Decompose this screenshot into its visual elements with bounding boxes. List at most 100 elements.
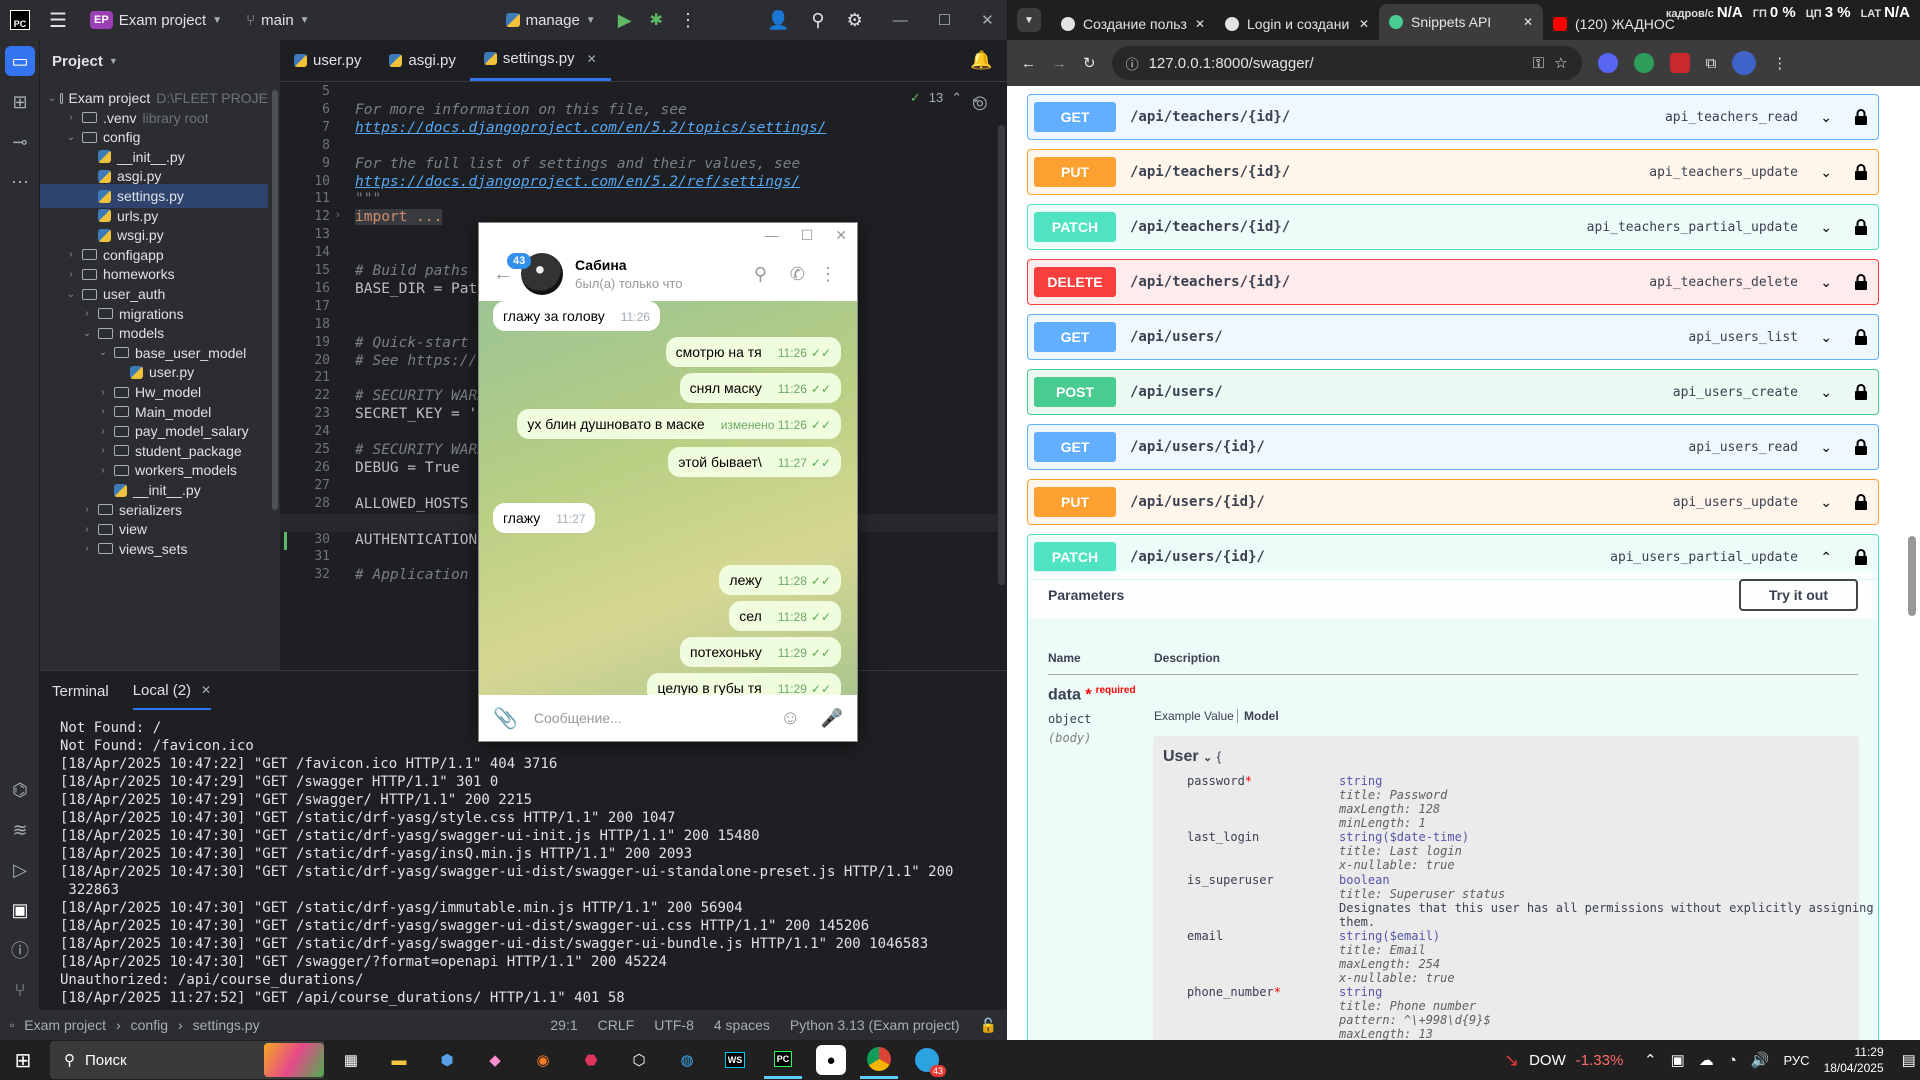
layers-icon[interactable]: ≋ — [0, 810, 40, 850]
terminal-icon[interactable]: ▣ — [0, 890, 40, 930]
structure-icon[interactable]: ⊞ — [0, 82, 40, 122]
editor-tab[interactable]: user.py — [280, 39, 375, 81]
operation-get[interactable]: GET/api/users/api_users_list ⌄ — [1027, 314, 1879, 360]
cursor-position[interactable]: 29:1 — [550, 1017, 577, 1033]
operation-get[interactable]: GET/api/users/{id}/ api_users_read ⌄ — [1027, 424, 1879, 470]
tab-search-icon[interactable]: ▼ — [1017, 8, 1041, 32]
password-key-icon[interactable]: ⚿ — [1533, 55, 1544, 72]
monitor-app-icon[interactable]: ◍ — [668, 1041, 706, 1079]
terminal-local-tab[interactable]: Local (2) ✕ — [132, 673, 212, 710]
file-explorer-icon[interactable]: ▬ — [380, 1041, 418, 1079]
operation-patch[interactable]: PATCH/api/teachers/{id}/ api_teachers_par… — [1027, 204, 1879, 250]
unity-icon[interactable]: ⬡ — [620, 1041, 658, 1079]
model-toggle[interactable]: User ⌄ { — [1163, 748, 1221, 766]
notification-center-icon[interactable]: ▤ — [1902, 1051, 1916, 1069]
main-menu-icon[interactable]: ☰ — [44, 8, 72, 33]
lock-icon[interactable] — [1854, 109, 1868, 125]
message-bubble[interactable]: лежу 11:28 ✓✓ — [719, 565, 841, 595]
add-user-icon[interactable]: 👤 — [767, 10, 789, 31]
operation-post[interactable]: POST/api/users/api_users_create ⌄ — [1027, 369, 1879, 415]
pycharm-taskbar-icon[interactable]: PC — [764, 1041, 802, 1079]
message-bubble[interactable]: потехоньку 11:29 ✓✓ — [680, 637, 841, 667]
browser-tab[interactable]: Создание польз ✕ — [1051, 8, 1215, 40]
task-view-icon[interactable]: ▦ — [332, 1041, 370, 1079]
line-ending[interactable]: CRLF — [598, 1017, 635, 1033]
maximize-icon[interactable]: ☐ — [938, 11, 951, 29]
chevron-down-icon[interactable]: ⌄ — [1820, 274, 1832, 291]
message-bubble[interactable]: глажу за голову 11:26 — [493, 301, 660, 331]
settings-icon[interactable]: ⚙ — [847, 10, 863, 31]
project-tool-icon[interactable]: ▭ — [5, 46, 35, 76]
search-icon[interactable]: ⚲ — [811, 10, 824, 31]
tree-scrollbar[interactable] — [272, 90, 278, 510]
encoding[interactable]: UTF-8 — [654, 1017, 694, 1033]
minimize-icon[interactable]: — — [893, 12, 908, 29]
contact-name[interactable]: Сабина — [575, 257, 682, 273]
lock-icon[interactable] — [1854, 494, 1868, 510]
maximize-icon[interactable]: ☐ — [801, 227, 814, 244]
chevron-down-icon[interactable]: ⌄ — [1820, 109, 1832, 126]
onedrive-icon[interactable]: ☁ — [1699, 1051, 1714, 1069]
site-info-icon[interactable]: ⓘ — [1126, 54, 1139, 73]
run-icon[interactable]: ▶ — [618, 10, 632, 31]
message-list[interactable]: глажу за голову 11:26 смотрю на тя 11:26 ✓✓ с… — [479, 301, 857, 697]
call-icon[interactable]: ✆ — [790, 264, 805, 285]
wifi-icon[interactable]: ◔ — [1728, 1052, 1737, 1069]
more-tools-icon[interactable]: ⋯ — [0, 162, 40, 202]
close-icon[interactable]: ✕ — [835, 227, 847, 244]
reload-icon[interactable]: ↻ — [1083, 54, 1096, 72]
more-icon[interactable]: ⋮ — [679, 10, 697, 31]
operation-put[interactable]: PUT/api/users/{id}/ api_users_update ⌄ — [1027, 479, 1879, 525]
lock-icon[interactable] — [1854, 549, 1868, 565]
stock-widget[interactable]: ↘ DOW -1.33% — [1504, 1040, 1623, 1080]
chevron-down-icon[interactable]: ⌄ — [1820, 329, 1832, 346]
browser-tab[interactable]: Snippets API ✕ — [1379, 4, 1543, 40]
attach-icon[interactable]: 📎 — [493, 706, 518, 731]
profile-avatar[interactable] — [1732, 51, 1757, 75]
windows-start-icon[interactable]: ⊞ — [4, 1041, 42, 1079]
extension-red-icon[interactable] — [1669, 53, 1690, 73]
lock-icon[interactable]: 🔓 — [980, 1017, 997, 1034]
chevron-down-icon[interactable]: ⌄ — [1820, 439, 1832, 456]
language-indicator[interactable]: РУС — [1784, 1053, 1810, 1068]
chevron-down-icon[interactable]: ⌄ — [1820, 219, 1832, 236]
github-desktop-icon[interactable]: ● — [816, 1045, 846, 1075]
browser-tab[interactable]: Login и создани ✕ — [1215, 8, 1379, 40]
git-icon[interactable]: ⑂ — [0, 970, 40, 1010]
breadcrumb[interactable]: Exam project › config › settings.py — [24, 1017, 259, 1033]
chevron-up-icon[interactable]: ⌃ — [1820, 549, 1832, 566]
run-config-selector[interactable]: manage ▼ — [505, 12, 596, 29]
lock-icon[interactable] — [1854, 274, 1868, 290]
vpn-app-icon[interactable]: ⬢ — [428, 1041, 466, 1079]
webstorm-icon[interactable]: WS — [716, 1041, 754, 1079]
message-bubble[interactable]: этой бывает\ 11:27 ✓✓ — [668, 447, 841, 477]
message-input[interactable]: Сообщение... — [534, 710, 780, 726]
close-icon[interactable]: ✕ — [587, 52, 597, 66]
breadcrumb-file[interactable]: settings.py — [193, 1017, 260, 1033]
message-bubble[interactable]: смотрю на тя 11:26 ✓✓ — [665, 337, 841, 367]
lock-icon[interactable] — [1854, 439, 1868, 455]
close-icon[interactable]: ✕ — [981, 11, 994, 29]
project-panel-header[interactable]: Project ▼ — [40, 40, 280, 82]
branch-switcher[interactable]: ⑂ main ▼ — [246, 12, 309, 29]
message-bubble[interactable]: сел 11:28 ✓✓ — [729, 601, 841, 631]
operation-delete[interactable]: DELETE/api/teachers/{id}/ api_teachers_de… — [1027, 259, 1879, 305]
tree-item[interactable]: › views_sets — [40, 537, 268, 561]
chrome-icon[interactable] — [860, 1041, 898, 1079]
message-bubble[interactable]: целую в губы тя 11:29 ✓✓ — [647, 673, 841, 697]
lock-icon[interactable] — [1854, 329, 1868, 345]
close-icon[interactable]: ✕ — [1195, 17, 1205, 31]
services-icon[interactable]: ▷ — [0, 850, 40, 890]
message-bubble[interactable]: ух блин душновато в маске изменено 11:26 ✓… — [517, 409, 841, 439]
message-bubble[interactable]: снял маску 11:26 ✓✓ — [679, 373, 841, 403]
editor-tab[interactable]: settings.py ✕ — [469, 39, 611, 81]
chevron-down-icon[interactable]: ⌄ — [1820, 494, 1832, 511]
chevron-down-icon[interactable]: ⌄ — [1820, 164, 1832, 181]
volume-icon[interactable]: 🔊 — [1751, 1051, 1770, 1069]
fold-marker[interactable]: › — [336, 209, 340, 221]
terminal-output[interactable]: Not Found: / Not Found: /favicon.ico [18/A… — [60, 719, 953, 1007]
bookmark-star-icon[interactable]: ☆ — [1554, 54, 1567, 72]
debug-icon[interactable]: ✱ — [650, 10, 663, 30]
telegram-taskbar-icon[interactable]: 43 — [908, 1041, 946, 1079]
red-app-icon[interactable]: ⬣ — [572, 1041, 610, 1079]
